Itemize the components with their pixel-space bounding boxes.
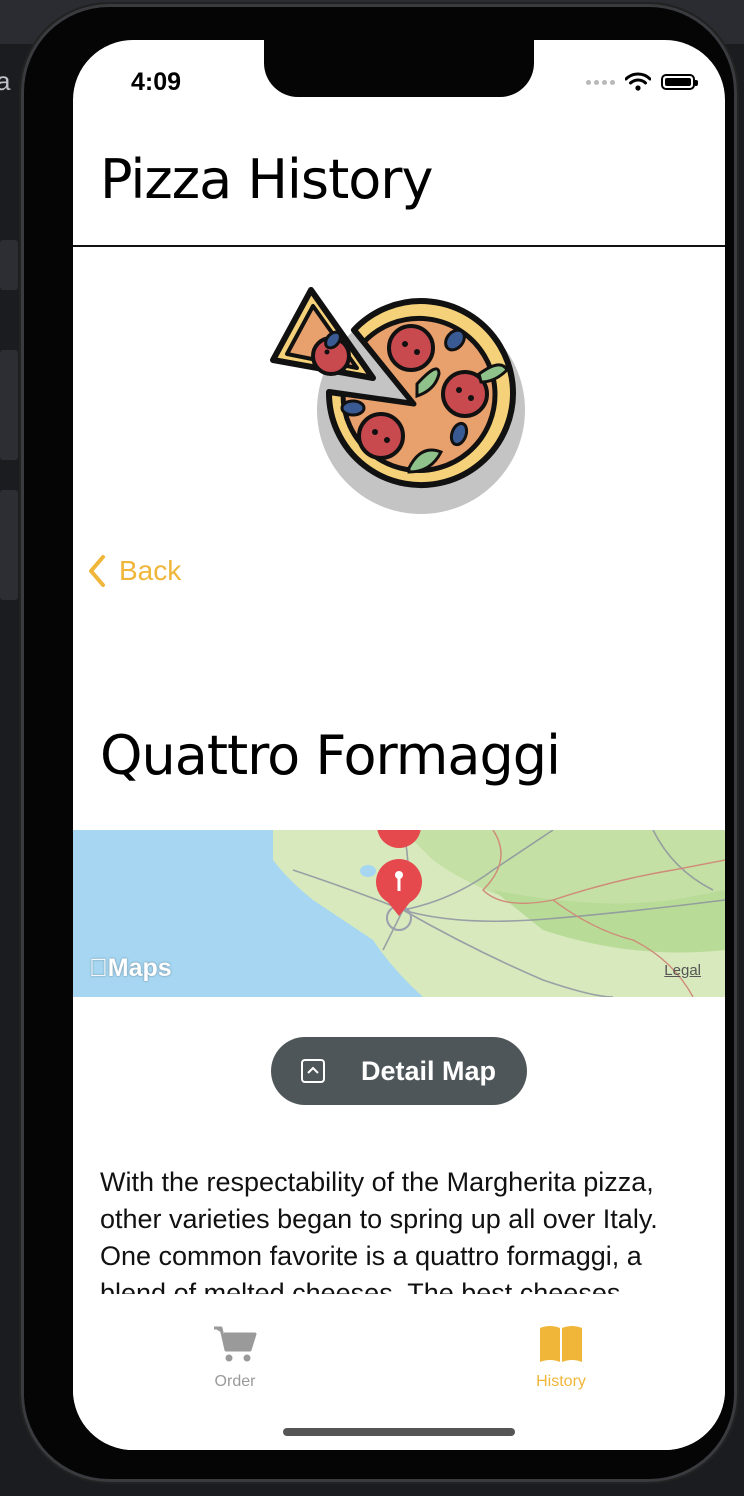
pizza-description: With the respectability of the Margherit…: [100, 1167, 658, 1294]
wifi-icon: [625, 72, 651, 91]
tab-history-label: History: [536, 1373, 586, 1390]
battery-icon: [661, 74, 698, 90]
phone-screen: 4:09 Pizza History Back Quattro Formaggi…: [73, 40, 725, 1450]
apple-logo-icon: : [89, 954, 108, 982]
home-indicator[interactable]: [283, 1428, 515, 1436]
map-preview[interactable]: Maps Legal: [73, 830, 725, 997]
page-title: Pizza History: [100, 148, 433, 211]
tab-bar: Order History: [73, 1302, 725, 1450]
back-button-label: Back: [119, 555, 182, 586]
status-time: 4:09: [131, 68, 182, 96]
pizza-icon: [270, 287, 525, 514]
map-legal-link[interactable]: Legal: [664, 962, 701, 979]
cart-icon: [214, 1326, 257, 1362]
tab-order-label: Order: [214, 1373, 256, 1390]
expand-map-icon: [301, 1059, 325, 1083]
detail-map-button-label: Detail Map: [361, 1055, 497, 1086]
desktop-background-fragment: a: [0, 66, 11, 96]
notch: [264, 40, 534, 97]
detail-map-button[interactable]: Detail Map: [271, 1037, 527, 1105]
desktop-background-stub: [0, 240, 18, 290]
desktop-background-stub: [0, 350, 18, 460]
header-divider: [73, 245, 725, 247]
book-icon: [540, 1326, 582, 1362]
tab-history[interactable]: History: [501, 1324, 621, 1391]
cellular-icon: [586, 79, 615, 85]
pizza-title: Quattro Formaggi: [100, 724, 561, 787]
maps-brand-label: Maps: [89, 954, 172, 982]
desktop-background-stub: [0, 490, 18, 600]
chevron-left-icon: [89, 555, 105, 587]
tab-order[interactable]: Order: [175, 1324, 295, 1391]
phone-frame: 4:09 Pizza History Back Quattro Formaggi…: [21, 4, 737, 1482]
status-indicators: [586, 72, 698, 92]
back-button[interactable]: Back: [87, 554, 181, 588]
maps-logo: Maps: [89, 954, 172, 983]
